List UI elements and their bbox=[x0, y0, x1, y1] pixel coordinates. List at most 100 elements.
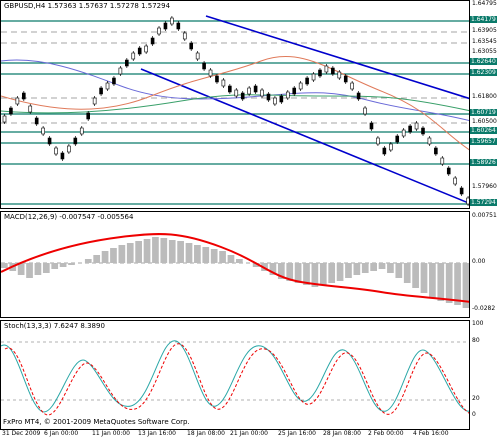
candle-body bbox=[137, 47, 142, 55]
macd-histogram-bar bbox=[126, 243, 134, 263]
macd-histogram-bar bbox=[403, 263, 411, 283]
macd-histogram-bar bbox=[135, 241, 142, 263]
candle-body bbox=[28, 105, 33, 113]
candle-body bbox=[131, 52, 136, 60]
moving-average-line bbox=[1, 56, 469, 151]
macd-histogram-bar bbox=[118, 245, 126, 263]
stoch-tick-label: 100 bbox=[472, 320, 484, 327]
candle-body bbox=[125, 59, 129, 67]
time-tick-label: 13 Jan 16:00 bbox=[138, 430, 176, 437]
price-tick-label: 1.63545 bbox=[472, 38, 497, 45]
candle-body bbox=[47, 137, 52, 145]
stochastic-indicator-pane[interactable]: Stoch(13,3,3) 7.6247 8.3890 bbox=[0, 320, 470, 430]
stochastic-canvas[interactable] bbox=[1, 321, 470, 430]
price-tick-label: 1.62640 bbox=[470, 58, 497, 65]
candle-body bbox=[356, 92, 361, 100]
time-tick-label: 18 Jan 08:00 bbox=[187, 430, 225, 437]
macd-histogram-bar bbox=[236, 259, 243, 263]
price-chart-canvas[interactable] bbox=[1, 1, 470, 209]
macd-histogram-bar bbox=[219, 251, 226, 263]
macd-indicator-pane[interactable]: MACD(12,26,9) -0.007547 -0.005564 bbox=[0, 211, 470, 318]
macd-histogram-bar bbox=[345, 263, 352, 278]
macd-histogram-bar bbox=[51, 263, 59, 269]
macd-histogram-bar bbox=[143, 239, 151, 263]
chart-window[interactable]: GBPUSD,H4 1.57363 1.57637 1.57278 1.5729… bbox=[0, 0, 500, 439]
macd-histogram-bar bbox=[319, 263, 327, 285]
price-tick-label: 1.60500 bbox=[472, 118, 497, 125]
macd-histogram-bar bbox=[437, 263, 445, 301]
candle-body bbox=[414, 122, 419, 130]
time-tick-label: 4 Feb 16:00 bbox=[413, 430, 449, 437]
macd-histogram-bar bbox=[110, 248, 117, 263]
stoch-tick-label: 80 bbox=[472, 337, 480, 344]
stochastic-signal-line bbox=[4, 343, 469, 416]
candle-body bbox=[376, 137, 380, 145]
candle-body bbox=[401, 129, 406, 137]
candle-body bbox=[34, 117, 39, 125]
price-axis[interactable]: 1.64795 1.64179 1.63905 1.63545 1.63055 1.626… bbox=[470, 0, 500, 439]
candle-body bbox=[202, 62, 206, 70]
macd-histogram-bar bbox=[429, 263, 436, 298]
price-chart-pane[interactable]: GBPUSD,H4 1.57363 1.57637 1.57278 1.5729… bbox=[0, 0, 470, 209]
price-tick-label: 1.60264 bbox=[470, 127, 497, 134]
candle-body bbox=[170, 17, 174, 25]
price-tick-label: 1.61800 bbox=[472, 93, 497, 100]
macd-histogram-bar bbox=[202, 247, 210, 263]
macd-histogram-bar bbox=[152, 237, 159, 263]
candle-body bbox=[260, 89, 264, 97]
time-tick-label: 2 Feb 00:00 bbox=[368, 430, 404, 437]
macd-histogram-bar bbox=[412, 263, 419, 288]
stochastic-main-line bbox=[1, 340, 469, 413]
candle-body bbox=[369, 122, 374, 130]
candle-body bbox=[240, 92, 245, 100]
candle-body bbox=[273, 97, 277, 105]
price-tick-label: 1.60719 bbox=[470, 109, 497, 116]
channel-upper-line bbox=[205, 15, 469, 100]
candle-body bbox=[247, 87, 251, 95]
candle-body bbox=[118, 67, 123, 75]
time-tick-label: 28 Jan 08:00 bbox=[323, 430, 361, 437]
candle-body bbox=[298, 82, 303, 90]
candle-body bbox=[440, 157, 445, 165]
macd-histogram-bar bbox=[328, 263, 336, 283]
symbol-header: GBPUSD,H4 1.57363 1.57637 1.57278 1.5729… bbox=[4, 2, 171, 10]
time-tick-label: 6 Jan 00:00 bbox=[44, 430, 79, 437]
macd-histogram-bar bbox=[185, 243, 193, 263]
candle-body bbox=[176, 22, 181, 30]
macd-histogram-bar bbox=[34, 263, 42, 275]
macd-tick-label: -0.0282 bbox=[472, 305, 496, 312]
price-tick-label: 1.58926 bbox=[470, 159, 497, 166]
candle-body bbox=[311, 73, 316, 81]
macd-label: MACD(12,26,9) -0.007547 -0.005564 bbox=[4, 213, 134, 221]
candle-body bbox=[182, 32, 187, 40]
candle-body bbox=[112, 77, 116, 85]
macd-canvas[interactable] bbox=[1, 212, 470, 318]
macd-histogram-bar bbox=[420, 263, 428, 293]
candle-body bbox=[266, 93, 271, 101]
candle-body bbox=[305, 77, 309, 85]
macd-histogram-bar bbox=[168, 240, 176, 263]
macd-histogram-bar bbox=[378, 263, 386, 269]
macd-histogram-bar bbox=[93, 255, 101, 263]
candle-body bbox=[389, 143, 393, 151]
price-tick-label: 1.63055 bbox=[472, 48, 497, 55]
candle-body bbox=[453, 177, 457, 185]
candle-body bbox=[54, 147, 58, 155]
price-tick-label: 1.57960 bbox=[472, 183, 497, 190]
candle-body bbox=[22, 92, 26, 100]
candle-body bbox=[324, 65, 329, 73]
macd-histogram-bar bbox=[336, 263, 344, 281]
candle-body bbox=[459, 187, 464, 195]
macd-histogram-bar bbox=[194, 245, 201, 263]
candle-body bbox=[150, 37, 155, 45]
macd-histogram-bar bbox=[26, 263, 33, 278]
stochastic-label: Stoch(13,3,3) 7.6247 8.3890 bbox=[4, 322, 105, 330]
macd-histogram-bar bbox=[227, 255, 235, 263]
macd-histogram-bar bbox=[210, 249, 218, 263]
candle-body bbox=[2, 115, 7, 123]
candle-body bbox=[99, 87, 103, 95]
macd-histogram-bar bbox=[445, 263, 453, 303]
macd-histogram-bar bbox=[370, 263, 377, 271]
candle-body bbox=[67, 145, 71, 153]
time-axis[interactable]: 31 Dec 2009 6 Jan 00:00 11 Jan 00:00 13 Jan… bbox=[0, 430, 470, 439]
